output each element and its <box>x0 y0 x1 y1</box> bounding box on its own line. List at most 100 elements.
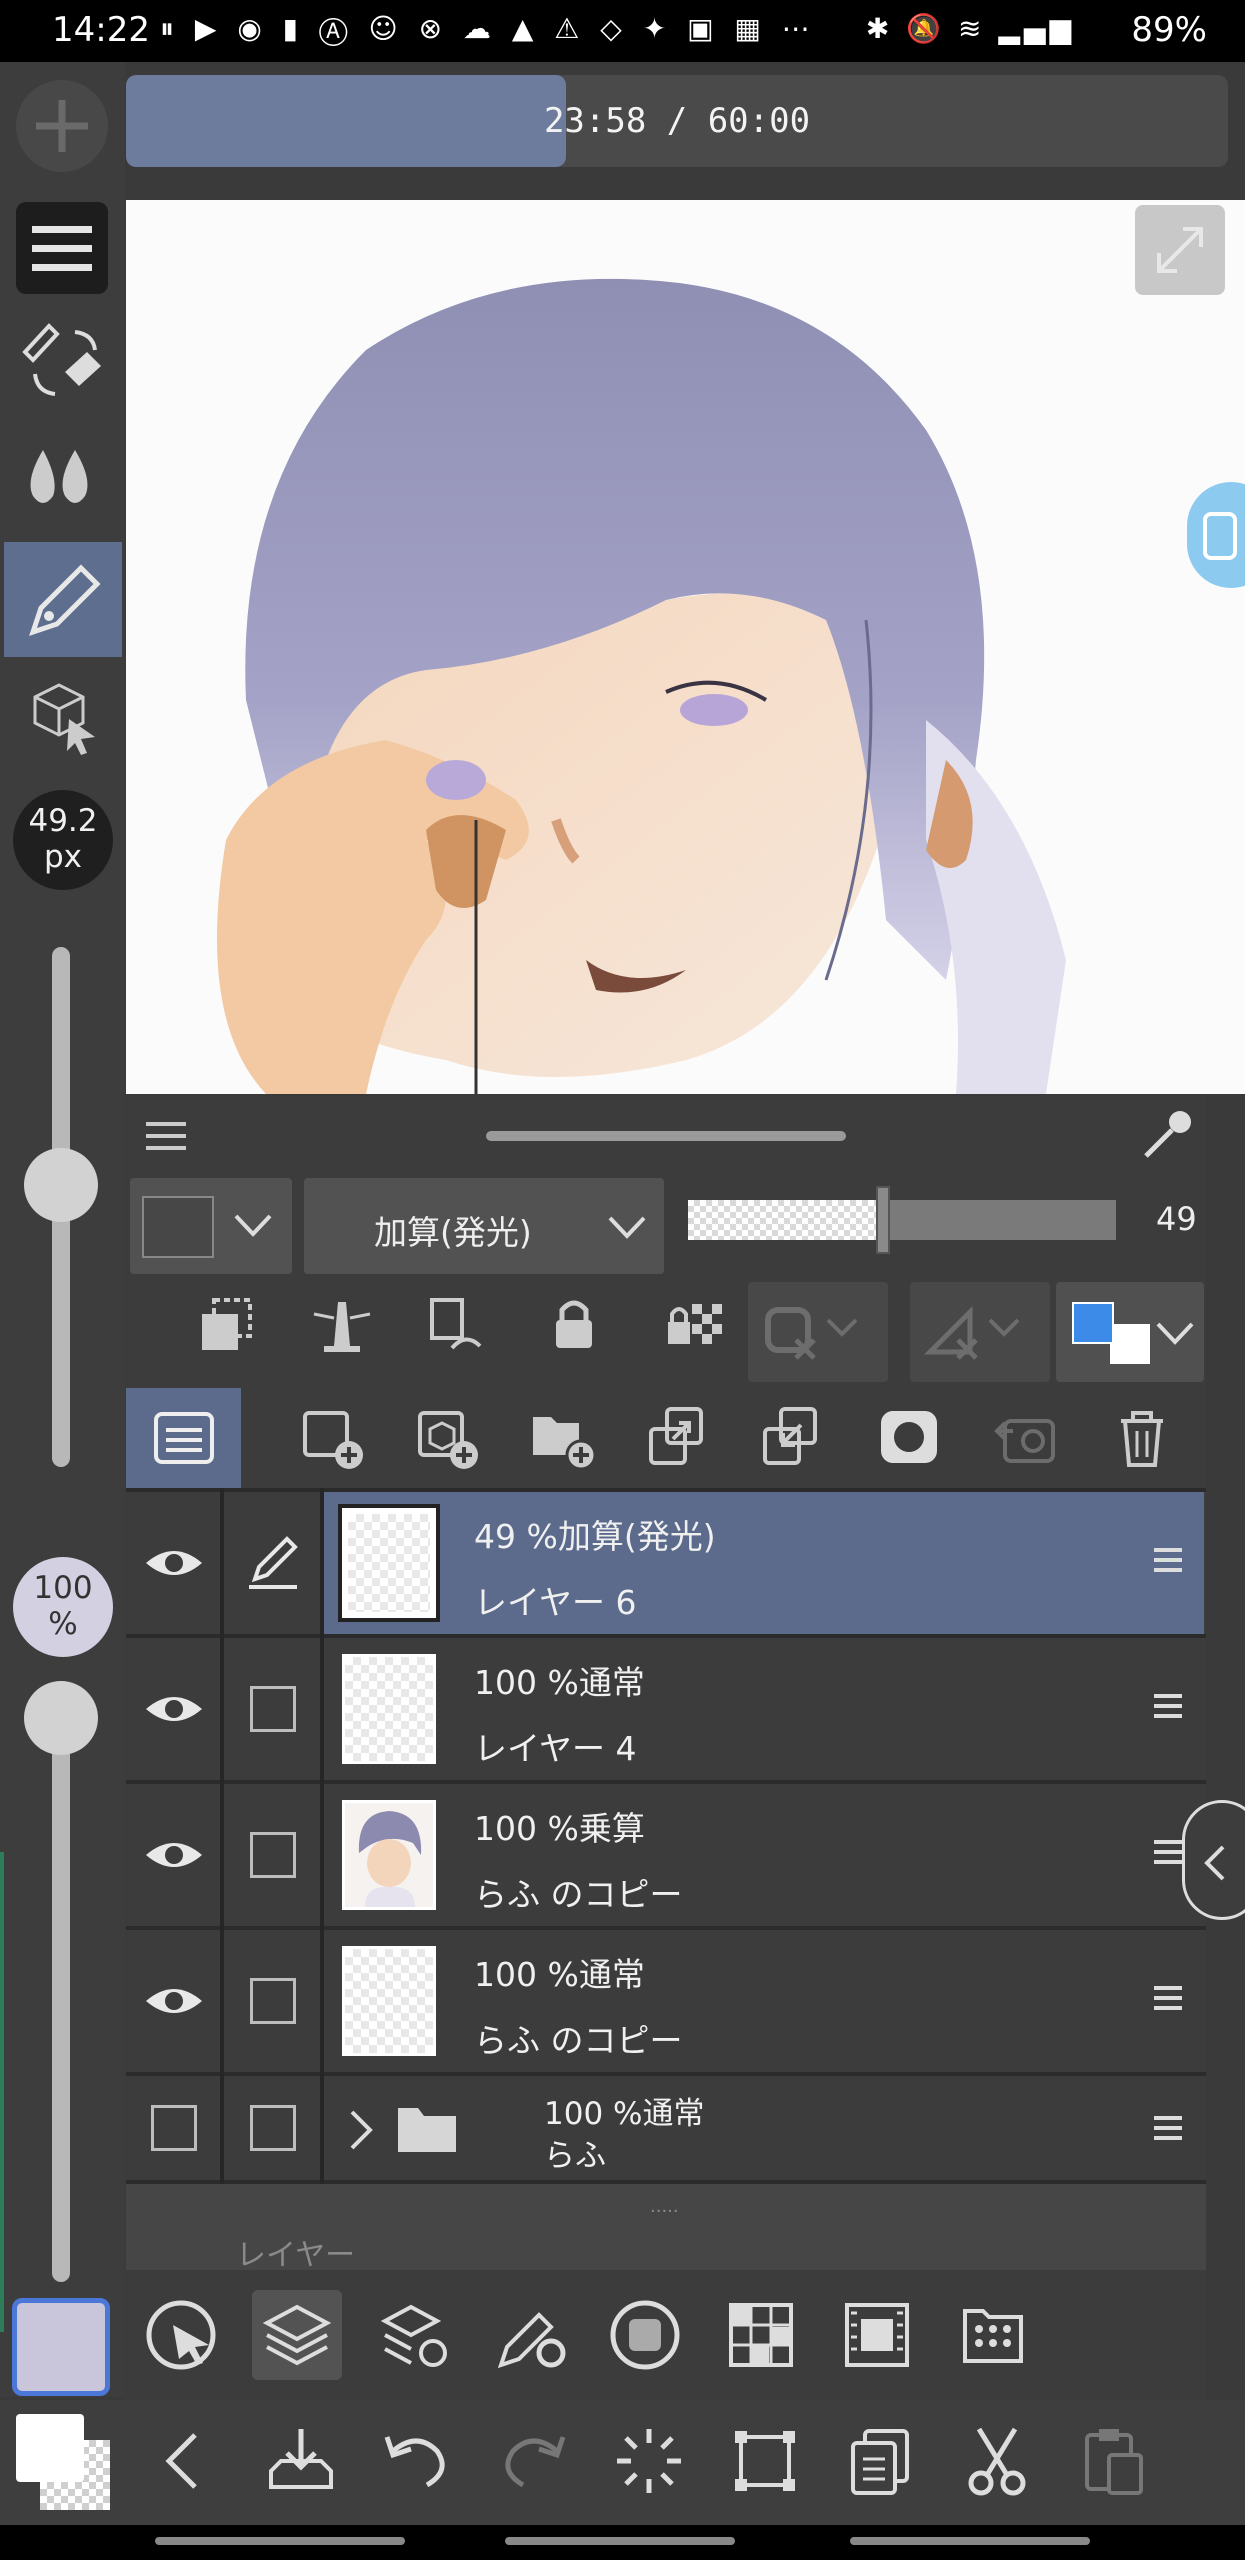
visibility-eye-icon[interactable] <box>126 1930 222 2072</box>
opacity-badge[interactable]: 100% <box>13 1557 113 1657</box>
cut-icon[interactable] <box>952 2416 1042 2506</box>
layer-drag-handle-icon[interactable] <box>1150 1834 1186 1870</box>
layer-blend-info: 100 %通常 <box>544 2096 705 2132</box>
tool-property-icon[interactable] <box>486 2290 576 2380</box>
nav-home-gesture[interactable] <box>505 2537 735 2545</box>
panel-drag-handle[interactable] <box>486 1131 846 1141</box>
brush-size-badge[interactable]: 49.2 px <box>13 790 113 890</box>
timelapse-timer: 23:58 / 60:00 <box>126 75 1228 167</box>
layer-color-dropdown[interactable] <box>1056 1282 1204 1382</box>
edit-target-checkbox[interactable] <box>224 1784 322 1926</box>
layer-opacity-value: 49 <box>1156 1200 1197 1238</box>
blend-mode-label: 加算(発光) <box>374 1213 532 1252</box>
lock-layer-icon[interactable] <box>536 1286 612 1362</box>
edit-target-checkbox[interactable] <box>224 2076 322 2180</box>
layer-name: レイヤー 4 <box>474 1729 637 1768</box>
panel-menu-icon[interactable] <box>144 1118 188 1154</box>
merge-up-icon[interactable] <box>640 1400 716 1476</box>
visibility-eye-icon[interactable] <box>126 1784 222 1926</box>
layer-blend-info: 100 %通常 <box>474 1955 645 1994</box>
layer-thumbnail <box>342 1654 436 1764</box>
layer-sub-color <box>1110 1324 1150 1364</box>
color-set-icon[interactable] <box>716 2290 806 2380</box>
main-color-swatch[interactable] <box>12 2298 110 2396</box>
object-select-icon[interactable] <box>4 657 122 772</box>
delete-layer-icon[interactable] <box>1104 1400 1180 1476</box>
layer-mask-icon[interactable] <box>872 1400 948 1476</box>
edit-target-pen-icon[interactable] <box>224 1492 322 1634</box>
layer-row-6[interactable]: 49 %加算(発光) レイヤー 6 <box>126 1492 1206 1634</box>
layer-thumbnail <box>342 1800 436 1910</box>
navigator-icon[interactable] <box>138 2290 228 2380</box>
command-bar <box>0 2400 1245 2525</box>
layer-list-toggle[interactable] <box>126 1388 241 1488</box>
edit-target-checkbox[interactable] <box>224 1638 322 1780</box>
mask-options-dropdown[interactable] <box>748 1282 888 1382</box>
system-icons: ✱ 🔕 ≋ ▂▄▆ <box>865 12 1075 45</box>
expand-chevron-icon[interactable] <box>346 2108 376 2152</box>
timer-text: 23:58 / 60:00 <box>543 101 811 141</box>
copy-icon[interactable] <box>836 2416 926 2506</box>
new-3d-layer-icon[interactable] <box>411 1400 487 1476</box>
merge-down-icon[interactable] <box>754 1400 830 1476</box>
panel-tab-label[interactable]: レイヤー <box>236 2230 355 2274</box>
paste-icon[interactable] <box>1068 2416 1158 2506</box>
main-color-chip[interactable] <box>16 2414 84 2482</box>
color-circle-icon[interactable] <box>600 2290 690 2380</box>
transform-icon[interactable] <box>720 2416 810 2506</box>
transfer-layer-icon[interactable] <box>988 1400 1064 1476</box>
clip-lower-layer-icon[interactable] <box>188 1286 264 1362</box>
palette-strip <box>126 2270 1206 2400</box>
panel-footer: ..... レイヤー <box>126 2184 1206 2274</box>
visibility-checkbox[interactable] <box>126 2076 222 2180</box>
save-icon[interactable] <box>256 2416 346 2506</box>
ruler-options-dropdown[interactable] <box>910 1282 1050 1382</box>
blend-mode-dropdown[interactable]: 加算(発光) <box>304 1178 664 1274</box>
color-mode-select[interactable] <box>130 1178 292 1274</box>
sub-tool-icon[interactable] <box>948 2290 1038 2380</box>
panel-resize-dots[interactable]: ..... <box>650 2196 679 2217</box>
layer-row-4[interactable]: 100 %通常 レイヤー 4 <box>126 1638 1206 1780</box>
layer-drag-handle-icon[interactable] <box>1150 1542 1186 1578</box>
visibility-eye-icon[interactable] <box>126 1492 222 1634</box>
undo-icon[interactable] <box>372 2416 462 2506</box>
collapse-panel-button[interactable] <box>1182 1800 1245 1920</box>
layer-drag-handle-icon[interactable] <box>1150 1688 1186 1724</box>
layer-properties-icon[interactable] <box>370 2290 460 2380</box>
eyedropper-icon[interactable] <box>1136 1106 1196 1166</box>
side-panel-toggle[interactable] <box>1187 482 1245 588</box>
back-icon[interactable] <box>140 2416 230 2506</box>
nav-recents-gesture[interactable] <box>850 2537 1090 2545</box>
edit-target-checkbox[interactable] <box>224 1930 322 2072</box>
layer-row-multiply[interactable]: 100 %乗算 らふ のコピー <box>126 1784 1206 1926</box>
pen-eraser-switch-icon[interactable] <box>4 302 122 417</box>
layer-opacity-slider[interactable] <box>688 1186 1116 1254</box>
opacity-fill <box>688 1200 884 1240</box>
pen-tool-icon[interactable] <box>4 542 122 657</box>
opacity-knob[interactable] <box>24 1681 98 1755</box>
layer-drag-handle-icon[interactable] <box>1150 2110 1186 2146</box>
reference-layer-icon[interactable] <box>304 1286 380 1362</box>
add-icon[interactable] <box>16 80 108 172</box>
opacity-slider-knob[interactable] <box>876 1186 891 1254</box>
blend-tool-icon[interactable] <box>4 420 122 535</box>
visibility-eye-icon[interactable] <box>126 1638 222 1780</box>
scroll-indicator <box>0 1852 4 2332</box>
layers-palette-icon[interactable] <box>252 2290 342 2380</box>
draft-layer-icon[interactable] <box>416 1286 492 1362</box>
clear-selection-icon[interactable] <box>604 2416 694 2506</box>
layer-drag-handle-icon[interactable] <box>1150 1980 1186 2016</box>
brush-size-knob[interactable] <box>24 1148 98 1222</box>
animation-timeline-icon[interactable] <box>832 2290 922 2380</box>
drawing-canvas[interactable] <box>126 200 1245 1094</box>
menu-button[interactable] <box>16 202 108 294</box>
layer-row-folder[interactable]: 100 %通常 らふ <box>126 2076 1206 2180</box>
expand-canvas-button[interactable] <box>1135 205 1225 295</box>
opacity-slider[interactable] <box>52 1712 70 2282</box>
new-folder-icon[interactable] <box>526 1400 602 1476</box>
redo-icon[interactable] <box>488 2416 578 2506</box>
lock-transparent-icon[interactable] <box>654 1286 730 1362</box>
nav-back-gesture[interactable] <box>155 2537 405 2545</box>
layer-row-copy[interactable]: 100 %通常 らふ のコピー <box>126 1930 1206 2072</box>
new-raster-layer-icon[interactable] <box>296 1400 372 1476</box>
